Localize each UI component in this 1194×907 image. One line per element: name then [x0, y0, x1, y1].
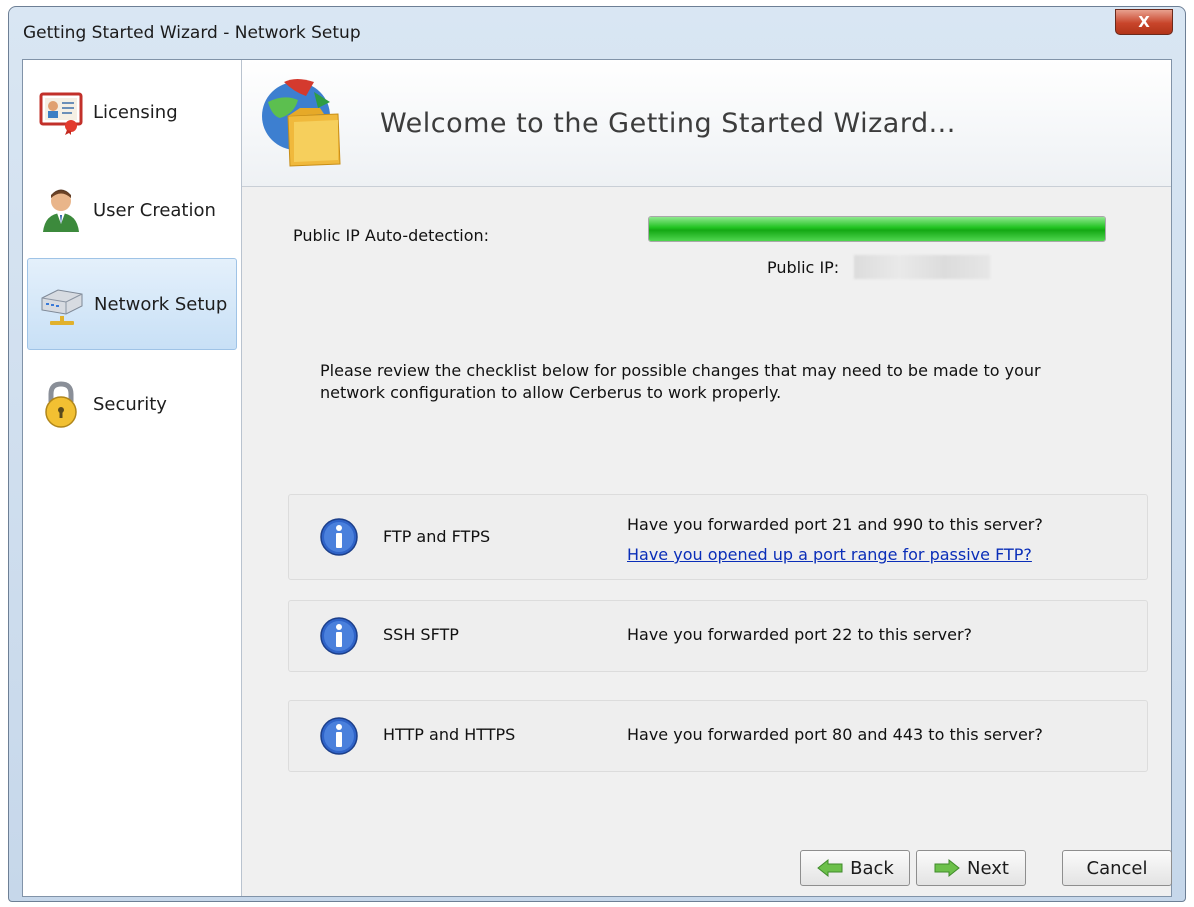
- wizard-window: Getting Started Wizard - Network Setup X: [8, 6, 1186, 902]
- close-icon: X: [1138, 13, 1150, 31]
- certificate-icon: [39, 92, 83, 135]
- checklist-item-question: Have you forwarded port 22 to this serve…: [627, 625, 973, 644]
- progress-fill: [649, 217, 1105, 241]
- cancel-button[interactable]: Cancel: [1062, 850, 1172, 886]
- info-icon: [320, 518, 358, 556]
- checklist-item-name: HTTP and HTTPS: [383, 725, 516, 744]
- close-button[interactable]: X: [1115, 9, 1173, 35]
- user-icon: [43, 189, 79, 232]
- public-ip-label: Public IP:: [767, 258, 840, 277]
- back-button[interactable]: Back: [800, 850, 910, 886]
- review-instructions: Please review the checklist below for po…: [320, 361, 1041, 402]
- info-icon: [320, 617, 358, 655]
- checklist-item-name: SSH SFTP: [383, 625, 459, 644]
- sidebar-item-security[interactable]: Security: [27, 358, 237, 450]
- window-title: Getting Started Wizard - Network Setup: [23, 23, 361, 43]
- title-bar: Getting Started Wizard - Network Setup X: [9, 7, 1185, 59]
- sidebar-item-network-setup[interactable]: Network Setup: [27, 258, 237, 350]
- sidebar-item-label: Licensing: [93, 101, 178, 123]
- wizard-main: Welcome to the Getting Started Wizard...…: [242, 60, 1172, 896]
- wizard-sidebar: Licensing User Creation Network Setup Se…: [23, 60, 242, 896]
- back-arrow-icon: [817, 858, 843, 878]
- checklist-row-ftp: FTP and FTPS Have you forwarded port 21 …: [288, 494, 1148, 580]
- next-arrow-icon: [934, 858, 960, 878]
- ip-auto-detection-label: Public IP Auto-detection:: [293, 226, 490, 245]
- wizard-client: Licensing User Creation Network Setup Se…: [22, 59, 1172, 897]
- sidebar-item-label: Security: [93, 393, 167, 415]
- checklist-row-sftp: SSH SFTP Have you forwarded port 22 to t…: [288, 600, 1148, 672]
- next-button[interactable]: Next: [916, 850, 1026, 886]
- next-button-label: Next: [967, 857, 1009, 879]
- sidebar-item-user-creation[interactable]: User Creation: [27, 164, 237, 256]
- page-title: Welcome to the Getting Started Wizard...: [380, 108, 956, 139]
- back-button-label: Back: [850, 857, 894, 879]
- checklist-item-question: Have you forwarded port 80 and 443 to th…: [627, 725, 1043, 744]
- sidebar-item-label: User Creation: [93, 199, 216, 221]
- lock-icon: [45, 381, 77, 428]
- sidebar-item-licensing[interactable]: Licensing: [27, 66, 237, 158]
- checklist-item-question: Have you forwarded port 21 and 990 to th…: [627, 515, 1043, 534]
- sidebar-item-label: Network Setup: [94, 293, 228, 315]
- checklist-row-http: HTTP and HTTPS Have you forwarded port 8…: [288, 700, 1148, 772]
- cancel-button-label: Cancel: [1086, 857, 1148, 879]
- globe-folder-icon: [262, 79, 341, 167]
- info-icon: [320, 717, 358, 755]
- passive-ftp-link[interactable]: Have you opened up a port range for pass…: [627, 545, 1032, 564]
- network-icon: [41, 289, 83, 325]
- public-ip-value-redacted: [854, 255, 990, 279]
- checklist-item-name: FTP and FTPS: [383, 527, 491, 546]
- ip-detection-progress-bar: [648, 216, 1106, 242]
- banner: Welcome to the Getting Started Wizard...: [242, 60, 1171, 187]
